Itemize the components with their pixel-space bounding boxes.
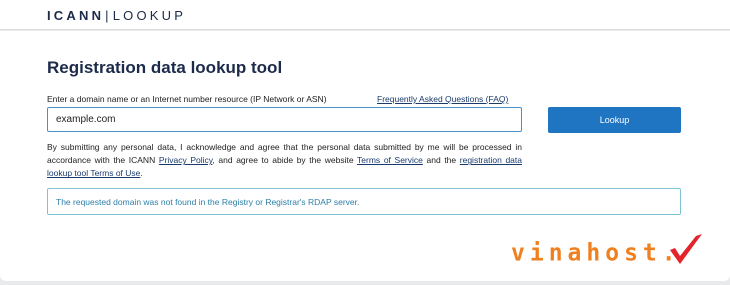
checkmark-icon [670,234,702,264]
disclaimer-text-2: , and agree to abide by the website [212,155,358,166]
logo-separator: | [105,8,112,23]
lookup-button[interactable]: Lookup [548,107,681,133]
faq-link[interactable]: Frequently Asked Questions (FAQ) [377,94,508,104]
logo-brand: ICANN [47,8,105,23]
disclaimer-text-3: and the [422,155,460,166]
disclaimer-text-4: . [140,168,143,179]
not-found-alert: The requested domain was not found in th… [47,188,681,215]
search-prompt-label: Enter a domain name or an Internet numbe… [47,94,327,104]
alert-message: The requested domain was not found in th… [56,197,360,207]
terms-of-service-link[interactable]: Terms of Service [357,155,423,165]
privacy-policy-link[interactable]: Privacy Policy [159,155,213,165]
icann-lookup-logo[interactable]: ICANN|LOOKUP [47,8,186,23]
vinahost-watermark: vinahost. [511,239,681,267]
page-title: Registration data lookup tool [47,58,283,77]
logo-product: LOOKUP [112,8,187,23]
top-header: ICANN|LOOKUP [0,0,730,30]
domain-search-input[interactable] [47,107,522,132]
privacy-disclaimer: By submitting any personal data, I ackno… [47,141,522,181]
